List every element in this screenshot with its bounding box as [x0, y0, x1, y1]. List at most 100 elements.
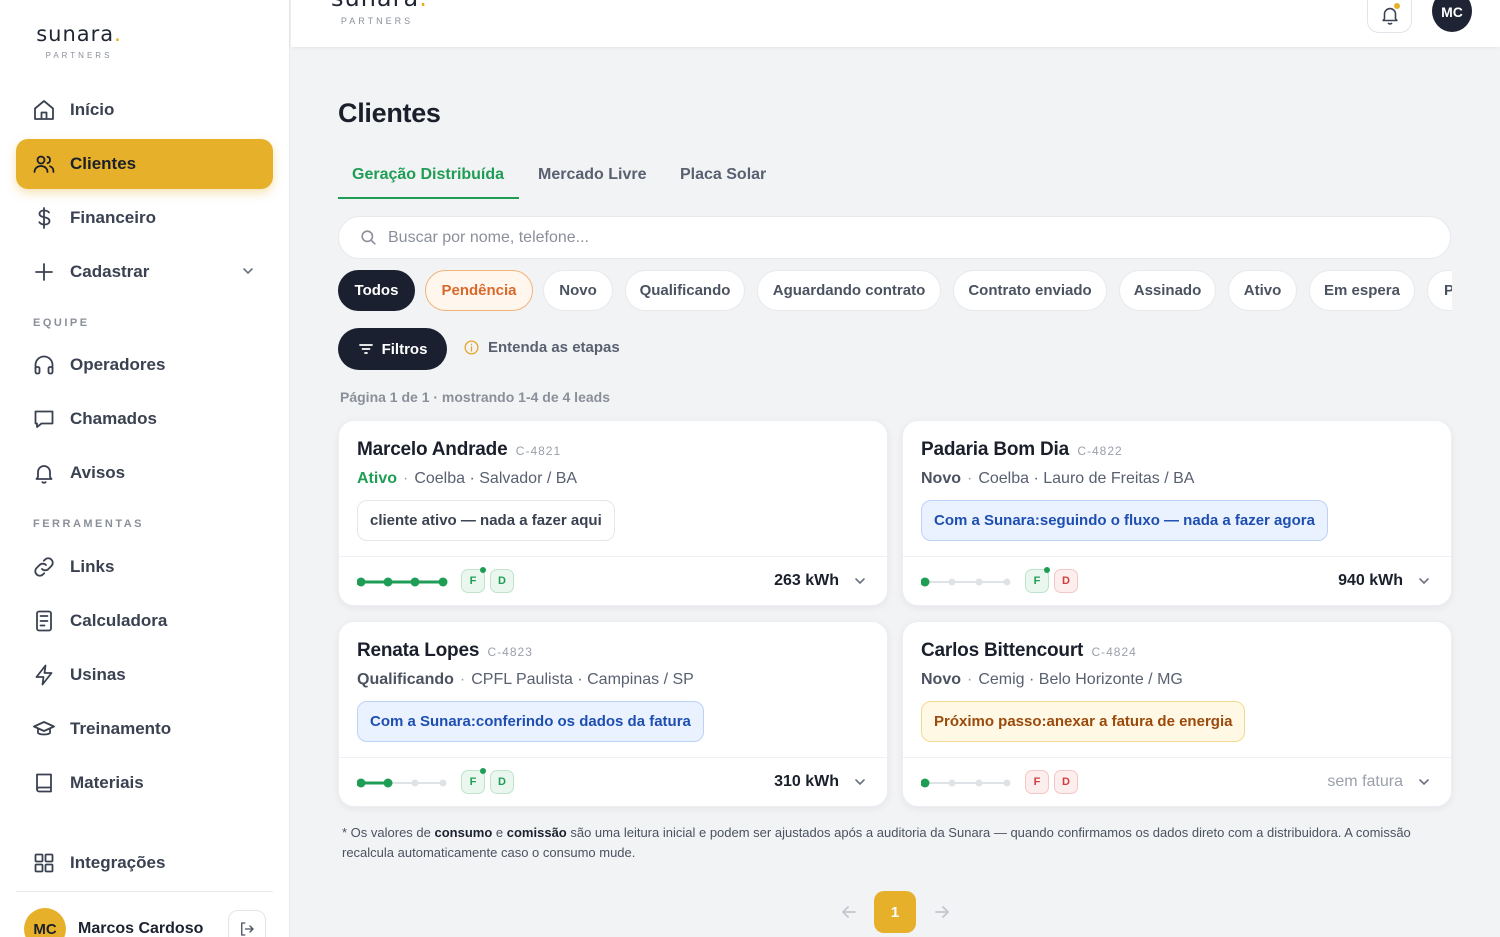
- brand-logo[interactable]: sunara. PARTNERS: [35, 24, 123, 61]
- chip-contrato-enviado[interactable]: Contrato enviado: [953, 270, 1107, 311]
- logout-button[interactable]: [228, 910, 266, 937]
- sidebar-item-cadastrar[interactable]: Cadastrar: [16, 247, 273, 297]
- status-filter-chips: Todos Pendência Novo Qualificando Aguard…: [338, 270, 1452, 312]
- bolt-icon: [35, 664, 53, 686]
- search-input[interactable]: [388, 228, 1288, 247]
- sidebar-item-label: Financeiro: [70, 208, 156, 227]
- tab-mercado-livre[interactable]: Mercado Livre: [538, 166, 646, 184]
- meta-separator: ·: [403, 470, 409, 487]
- sidebar-item-label: Materiais: [70, 773, 144, 792]
- arrow-left-icon[interactable]: [840, 903, 858, 921]
- chevron-down-icon[interactable]: [1417, 574, 1431, 588]
- documento-badge: D: [490, 569, 514, 593]
- sidebar-item-label: Cadastrar: [70, 262, 150, 281]
- chevron-down-icon[interactable]: [853, 574, 867, 588]
- search-bar[interactable]: [338, 216, 1451, 259]
- sidebar-item-label: Operadores: [70, 355, 166, 374]
- card-divider: [903, 757, 1451, 758]
- filters-button[interactable]: Filtros: [338, 328, 447, 370]
- chip-ativo[interactable]: Ativo: [1228, 270, 1297, 311]
- chevron-down-icon[interactable]: [1417, 775, 1431, 789]
- user-profile[interactable]: MC Marcos Cardoso: [24, 908, 203, 937]
- user-name: Marcos Cardoso: [78, 920, 204, 937]
- lead-name-text: Marcelo Andrade: [357, 439, 508, 460]
- chevron-down-icon[interactable]: [853, 775, 867, 789]
- stage-progress: [357, 778, 447, 788]
- progress-step: [948, 578, 956, 586]
- sidebar-item-avisos[interactable]: Avisos: [16, 448, 273, 498]
- tab-geracao-distribuida[interactable]: Geração Distribuída: [352, 166, 504, 184]
- badge-dot: [1044, 567, 1050, 573]
- lead-status: Novo: [921, 671, 961, 688]
- chip-truncated[interactable]: P: [1427, 270, 1452, 311]
- lead-next-step: cliente ativo — nada a fazer aqui: [357, 500, 615, 541]
- chevron-down-icon[interactable]: [241, 264, 255, 278]
- documento-badge: D: [1054, 770, 1078, 794]
- sidebar-item-calculadora[interactable]: Calculadora: [16, 596, 273, 646]
- lead-name: Padaria Bom Dia C-4822: [921, 439, 1123, 461]
- sidebar-item-label: Início: [70, 100, 115, 119]
- fatura-badge: F: [1025, 567, 1050, 593]
- sidebar-item-usinas[interactable]: Usinas: [16, 650, 273, 700]
- chip-qualificando[interactable]: Qualificando: [625, 270, 745, 311]
- sidebar-item-label: Links: [70, 557, 115, 576]
- user-avatar-button[interactable]: MC: [1432, 0, 1472, 32]
- lead-consumption: 310 kWh: [774, 773, 839, 790]
- page-button-current[interactable]: 1: [874, 891, 916, 933]
- sidebar-item-links[interactable]: Links: [16, 542, 273, 592]
- lead-code: C-4823: [483, 645, 533, 659]
- sidebar-divider: [16, 891, 273, 892]
- lead-card[interactable]: Marcelo Andrade C-4821 Ativo · Coelba · Sa…: [338, 420, 888, 606]
- sidebar-item-clientes[interactable]: Clientes: [16, 139, 273, 189]
- lead-card[interactable]: Carlos Bittencourt C-4824 Novo · Cemig · B…: [902, 621, 1452, 807]
- lead-next-step: Com a Sunara: conferindo os dados da fat…: [357, 701, 704, 742]
- stages-info-link[interactable]: Entenda as etapas: [463, 339, 620, 356]
- page-title: Clientes: [338, 98, 441, 128]
- book-icon: [36, 773, 52, 793]
- progress-step: [439, 779, 447, 787]
- graduation-cap-icon: [33, 721, 55, 736]
- chip-aguardando-contrato[interactable]: Aguardando contrato: [757, 270, 941, 311]
- chip-novo[interactable]: Novo: [543, 270, 613, 311]
- lead-location: Coelba · Salvador / BA: [414, 470, 578, 487]
- headset-icon: [34, 355, 54, 375]
- lead-status: Novo: [921, 470, 961, 487]
- sidebar-item-chamados[interactable]: Chamados: [16, 394, 273, 444]
- info-icon: [464, 340, 479, 355]
- sidebar-item-operadores[interactable]: Operadores: [16, 340, 273, 390]
- stage-progress: [921, 778, 1011, 788]
- sidebar-item-label: Treinamento: [70, 719, 172, 738]
- tab-placa-solar[interactable]: Placa Solar: [680, 166, 766, 184]
- documento-badge: D: [1054, 569, 1078, 593]
- meta-separator: ·: [967, 470, 973, 487]
- lead-name-text: Carlos Bittencourt: [921, 640, 1084, 661]
- next-step-text: seguindo o fluxo — nada a fazer agora: [1039, 512, 1315, 529]
- brand-subtitle: PARTNERS: [45, 51, 113, 60]
- chip-todos[interactable]: Todos: [338, 270, 415, 311]
- notifications-button[interactable]: [1367, 0, 1412, 33]
- sidebar-item-financeiro[interactable]: Financeiro: [16, 193, 273, 243]
- lead-location: CPFL Paulista · Campinas / SP: [471, 671, 694, 688]
- sidebar-item-treinamento[interactable]: Treinamento: [16, 704, 273, 754]
- chip-pendencia[interactable]: Pendência: [425, 270, 533, 311]
- lead-code: C-4824: [1087, 645, 1137, 659]
- lead-code: C-4822: [1073, 444, 1123, 458]
- sidebar-item-inicio[interactable]: Início: [16, 85, 273, 135]
- arrow-right-icon[interactable]: [933, 903, 951, 921]
- lead-consumption: sem fatura: [1327, 773, 1403, 790]
- lead-card[interactable]: Padaria Bom Dia C-4822 Novo · Coelba · Lau…: [902, 420, 1452, 606]
- section-label-ferramentas: FERRAMENTAS: [33, 518, 145, 530]
- chip-em-espera[interactable]: Em espera: [1309, 270, 1415, 311]
- progress-step: [975, 578, 983, 586]
- link-icon: [34, 557, 54, 577]
- next-step-text: anexar a fatura de energia: [1046, 713, 1233, 730]
- fatura-badge: F: [1025, 770, 1049, 794]
- sidebar-item-integracoes[interactable]: Integrações: [16, 838, 273, 888]
- sidebar-item-materiais[interactable]: Materiais: [16, 758, 273, 808]
- lead-code: C-4821: [511, 444, 562, 458]
- chip-assinado[interactable]: Assinado: [1119, 270, 1216, 311]
- topbar-logo[interactable]: sunara. PARTNERS: [331, 0, 427, 26]
- sidebar-item-label: Clientes: [70, 154, 137, 173]
- lead-card[interactable]: Renata Lopes C-4823 Qualificando · CPFL Pa…: [338, 621, 888, 807]
- sidebar: sunara. PARTNERS Início Clientes Finance…: [0, 0, 290, 937]
